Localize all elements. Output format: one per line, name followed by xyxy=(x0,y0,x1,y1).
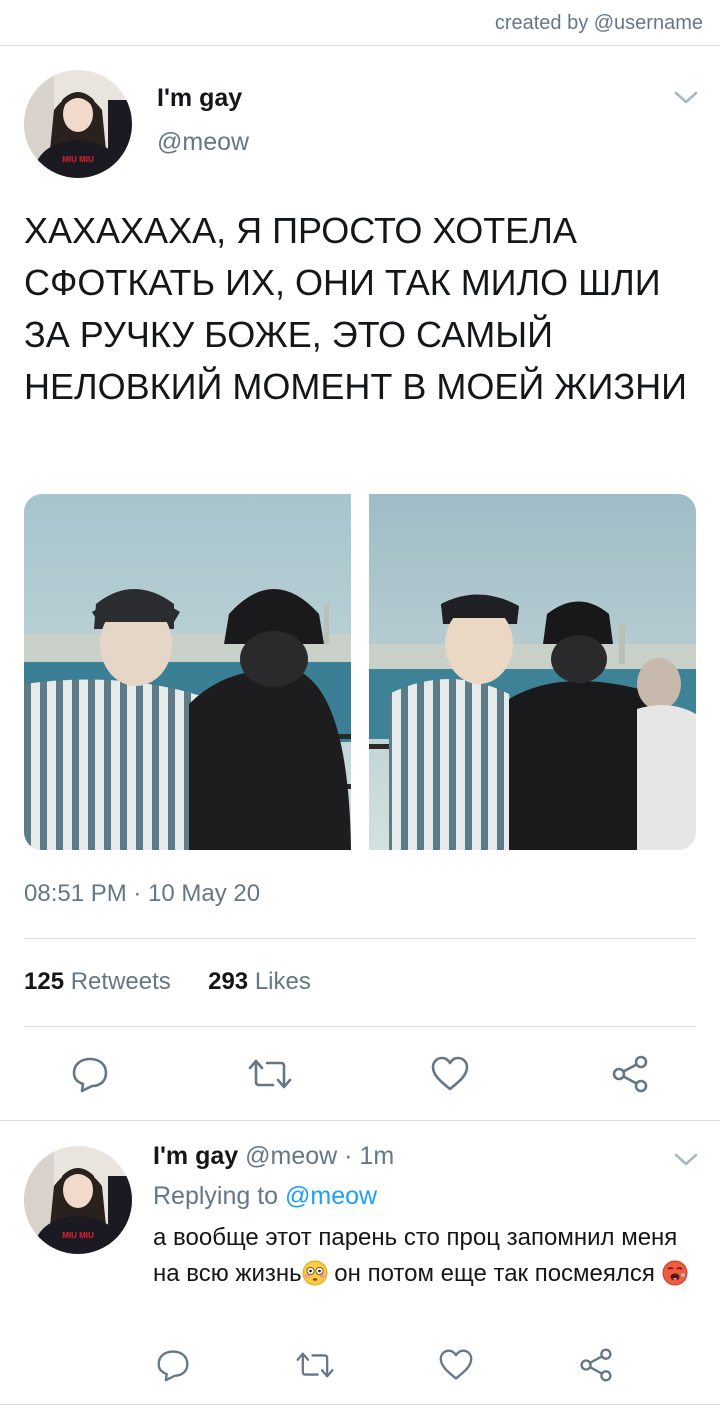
chevron-down-icon[interactable] xyxy=(673,90,699,106)
tweet-text: ХАХАХАХА, Я ПРОСТО ХОТЕЛА СФОТКАТЬ ИХ, О… xyxy=(24,210,687,407)
reply-author-handle[interactable]: @meow xyxy=(245,1142,337,1170)
tweet-photo-left[interactable] xyxy=(24,494,351,850)
like-icon[interactable] xyxy=(430,1055,470,1093)
hot-face-emoji-icon xyxy=(662,1260,688,1286)
divider xyxy=(24,938,696,939)
chevron-down-icon[interactable] xyxy=(673,1152,699,1168)
likes-label[interactable]: Likes xyxy=(255,968,311,995)
reply-share-icon[interactable] xyxy=(578,1347,614,1383)
reply-reply-icon[interactable] xyxy=(155,1348,191,1382)
bottom-divider xyxy=(0,1404,720,1405)
retweets-label[interactable]: Retweets xyxy=(71,968,171,995)
reply-retweet-icon[interactable] xyxy=(295,1349,335,1381)
replying-prefix: Replying to xyxy=(153,1182,279,1210)
avatar[interactable]: MIU MIU xyxy=(24,70,132,178)
reply-text: а вообще этот парень сто проц запомнил м… xyxy=(153,1220,698,1292)
flushed-face-emoji-icon xyxy=(302,1260,328,1286)
replying-mention[interactable]: @meow xyxy=(285,1182,377,1210)
divider xyxy=(24,1026,696,1027)
section-divider xyxy=(0,1120,720,1121)
created-by-label: created by @username xyxy=(494,12,703,34)
replying-to: Replying to @meow xyxy=(153,1182,377,1211)
reply-time: · 1m xyxy=(344,1142,395,1170)
likes-count[interactable]: 293 xyxy=(208,968,248,995)
reply-icon[interactable] xyxy=(70,1055,110,1093)
retweets-count[interactable]: 125 xyxy=(24,968,64,995)
reply-header: I'm gay @meow · 1m xyxy=(153,1142,394,1171)
author-name[interactable]: I'm gay xyxy=(157,84,242,113)
reply-author-name[interactable]: I'm gay xyxy=(153,1142,238,1170)
reply-like-icon[interactable] xyxy=(438,1348,474,1382)
retweet-icon[interactable] xyxy=(247,1056,293,1092)
author-handle[interactable]: @meow xyxy=(157,128,249,157)
tweet-photo-right[interactable] xyxy=(369,494,696,850)
avatar-shirt-text: MIU MIU xyxy=(62,155,94,164)
reply-text-part2: он потом еще так посмеялся xyxy=(327,1260,662,1287)
reply-avatar[interactable]: MIU MIU xyxy=(24,1146,132,1254)
share-icon[interactable] xyxy=(610,1054,650,1094)
top-bar: created by @username xyxy=(0,0,720,46)
tweet-stats: 125 Retweets 293 Likes xyxy=(24,968,311,996)
tweet-timestamp[interactable]: 08:51 PM · 10 May 20 xyxy=(24,880,260,908)
reply-avatar-shirt-text: MIU MIU xyxy=(62,1231,94,1240)
